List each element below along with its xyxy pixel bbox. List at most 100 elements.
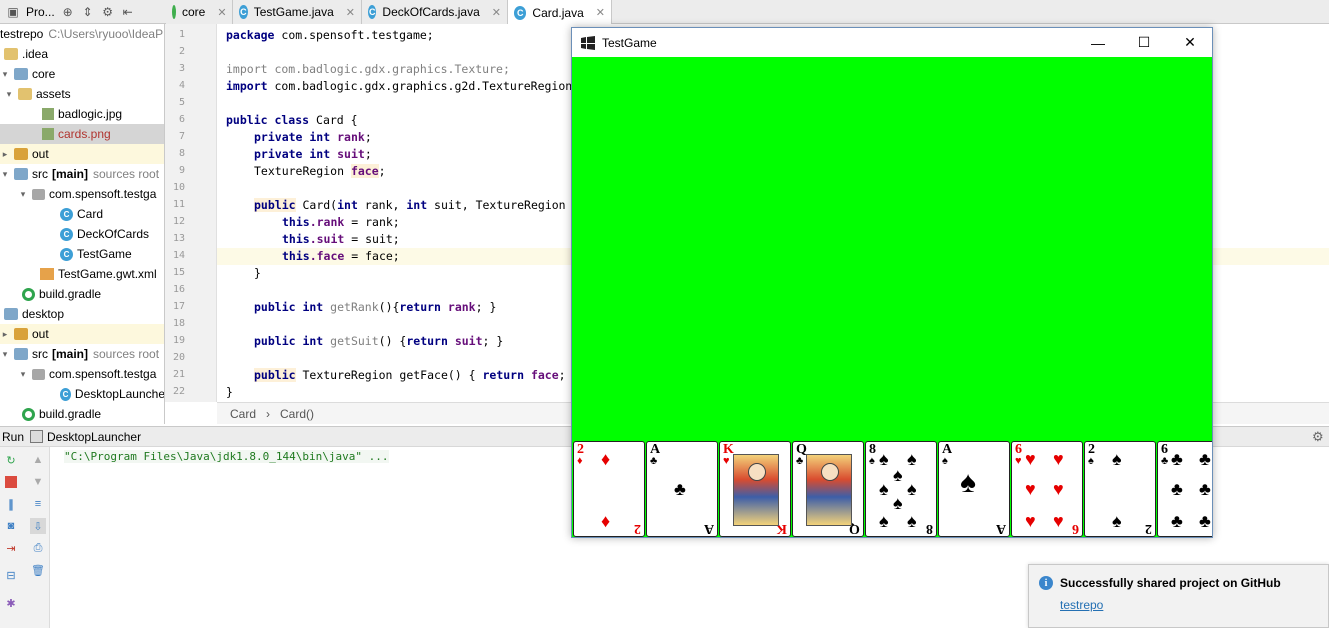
chevron-down-icon[interactable]: ▾ (0, 69, 10, 80)
code-line-17: public int getRank(){return rank; } (254, 300, 497, 314)
module-folder-icon (4, 308, 18, 320)
chevron-down-icon[interactable]: ▾ (18, 369, 28, 380)
arrow-up-icon[interactable]: ▲ (30, 452, 46, 468)
playing-card[interactable]: 6 ♥ 6 ♥ ♥ ♥ ♥ ♥ ♥ (1011, 441, 1083, 537)
code-line-12: this.rank = rank; (282, 215, 400, 229)
card-suit-icon: ♠ (942, 455, 948, 467)
playing-card[interactable]: 2 ♠ 2 ♠ ♠ (1084, 441, 1156, 537)
playing-card[interactable]: Q ♣ Q (792, 441, 864, 537)
close-icon[interactable]: ✕ (596, 6, 605, 19)
collapse-icon[interactable]: ⇕ (81, 5, 95, 19)
project-tool-label[interactable]: Pro... (26, 5, 55, 19)
chevron-down-icon[interactable]: ▾ (18, 189, 28, 200)
close-icon[interactable]: ✕ (492, 6, 501, 19)
gear-icon[interactable]: ⚙ (1312, 429, 1324, 445)
card-pip-icon: ♠ (907, 479, 917, 499)
editor-tab-bar: ▣ Pro... ⊕ ⇕ ⚙ ⇤ core ✕ C TestGame.java … (0, 0, 1329, 25)
breadcrumb-item[interactable]: Card (230, 407, 256, 421)
layout-icon[interactable]: ⊟ (3, 567, 19, 583)
chevron-right-icon[interactable]: ▸ (0, 329, 10, 340)
run-config-tab[interactable]: DesktopLauncher (47, 430, 141, 444)
tree-item-out[interactable]: ▸ out (0, 144, 164, 164)
tree-item-deckofcards[interactable]: C DeckOfCards (0, 224, 164, 244)
card-rank-inverted: A (995, 521, 1006, 536)
face-card-art (806, 454, 852, 526)
close-icon[interactable]: ✕ (217, 6, 226, 19)
gear-icon[interactable]: ⚙ (101, 5, 115, 19)
rerun-icon[interactable]: ↻ (3, 452, 19, 468)
scroll-to-end-icon[interactable]: ⇩ (30, 518, 46, 534)
line-number: 6 (178, 114, 185, 125)
line-number: 20 (172, 352, 185, 363)
tree-item-src[interactable]: ▾ src [main] sources root (0, 344, 164, 364)
tab-card-java[interactable]: C Card.java ✕ (508, 0, 612, 25)
tree-item-core[interactable]: ▾ core (0, 64, 164, 84)
tree-item-card[interactable]: C Card (0, 204, 164, 224)
pause-icon[interactable]: ∥ (3, 496, 19, 512)
card-pip-icon: ♣ (674, 479, 686, 499)
tree-item-assets[interactable]: ▾ assets (0, 84, 164, 104)
tree-item-package[interactable]: ▾ com.spensoft.testga (0, 364, 164, 384)
trash-icon[interactable]: 🗑 (30, 562, 46, 578)
playing-card[interactable]: 2 ♦ 2 ♦ ♦ (573, 441, 645, 537)
breadcrumb-item[interactable]: Card() (280, 407, 314, 421)
playing-card[interactable]: 8 ♠ 8 ♠ ♠ ♠ ♠ ♠ ♠ ♠ ♠ (865, 441, 937, 537)
tree-label: out (32, 327, 49, 341)
maximize-button[interactable]: ☐ (1121, 28, 1167, 57)
playing-card[interactable]: A ♣ A ♣ (646, 441, 718, 537)
line-number: 16 (172, 284, 185, 295)
chevron-down-icon[interactable]: ▾ (0, 349, 10, 360)
code-line-1: package com.spensoft.testgame; (226, 28, 434, 42)
hide-icon[interactable]: ⇤ (121, 5, 135, 19)
card-suit-icon: ♣ (1161, 455, 1169, 467)
game-canvas[interactable] (572, 57, 1212, 440)
tree-item-build-gradle[interactable]: build.gradle (0, 284, 164, 304)
target-icon[interactable]: ⊕ (61, 5, 75, 19)
card-pip-icon: ♣ (1199, 511, 1211, 531)
print-icon[interactable]: ⎙ (30, 540, 46, 556)
playing-card[interactable]: A ♠ A ♠ (938, 441, 1010, 537)
tree-item-out[interactable]: ▸ out (0, 324, 164, 344)
line-number: 4 (178, 80, 185, 91)
tab-core[interactable]: core ✕ (166, 0, 233, 24)
tree-item-gwt-xml[interactable]: TestGame.gwt.xml (0, 264, 164, 284)
notification-link[interactable]: testrepo (1060, 598, 1103, 612)
playing-card[interactable]: K ♥ K (719, 441, 791, 537)
tree-item-idea[interactable]: .idea (0, 44, 164, 64)
card-suit-icon: ♠ (869, 455, 875, 467)
tree-item-package[interactable]: ▾ com.spensoft.testga (0, 184, 164, 204)
game-window-title: TestGame (602, 35, 657, 50)
tree-bold: [main] (52, 167, 88, 181)
chevron-down-icon[interactable]: ▾ (0, 169, 10, 180)
tree-item-badlogic[interactable]: badlogic.jpg (0, 104, 164, 124)
tree-label: src (32, 167, 48, 181)
tree-item-root[interactable]: testrepo C:\Users\ryuoo\IdeaP (0, 24, 164, 44)
tree-item-src[interactable]: ▾ src [main] sources root (0, 164, 164, 184)
close-button[interactable]: ✕ (1167, 28, 1213, 57)
line-number: 3 (178, 63, 185, 74)
tree-item-build-gradle[interactable]: build.gradle (0, 404, 164, 424)
tab-testgame-java[interactable]: C TestGame.java ✕ (233, 0, 362, 24)
arrow-down-icon[interactable]: ▼ (30, 474, 46, 490)
tree-label: TestGame (77, 247, 132, 261)
tree-item-cards-png[interactable]: cards.png (0, 124, 164, 144)
stop-icon[interactable] (5, 476, 17, 488)
exit-icon[interactable]: ⇥ (3, 540, 19, 556)
close-icon[interactable]: ✕ (346, 6, 355, 19)
game-window-titlebar[interactable]: TestGame — ☐ ✕ (572, 28, 1212, 57)
pin-icon[interactable]: ✱ (3, 595, 19, 611)
chevron-down-icon[interactable]: ▾ (4, 89, 14, 100)
card-pip-icon: ♥ (1053, 479, 1064, 499)
line-number: 2 (178, 46, 185, 57)
tree-item-desktop[interactable]: desktop (0, 304, 164, 324)
tree-item-testgame[interactable]: C TestGame (0, 244, 164, 264)
tree-item-desktoplauncher[interactable]: C DesktopLaunche (0, 384, 164, 404)
line-number: 14 (172, 250, 185, 261)
minimize-button[interactable]: — (1075, 28, 1121, 57)
soft-wrap-icon[interactable]: ≡ (30, 496, 46, 512)
chevron-right-icon[interactable]: ▸ (0, 149, 10, 160)
playing-card[interactable]: 6♣6♣♣♣♣♣♣ (1157, 441, 1212, 537)
image-file-icon (42, 128, 54, 140)
camera-icon[interactable]: ◙ (3, 518, 19, 534)
tab-deckofcards-java[interactable]: C DeckOfCards.java ✕ (362, 0, 508, 24)
